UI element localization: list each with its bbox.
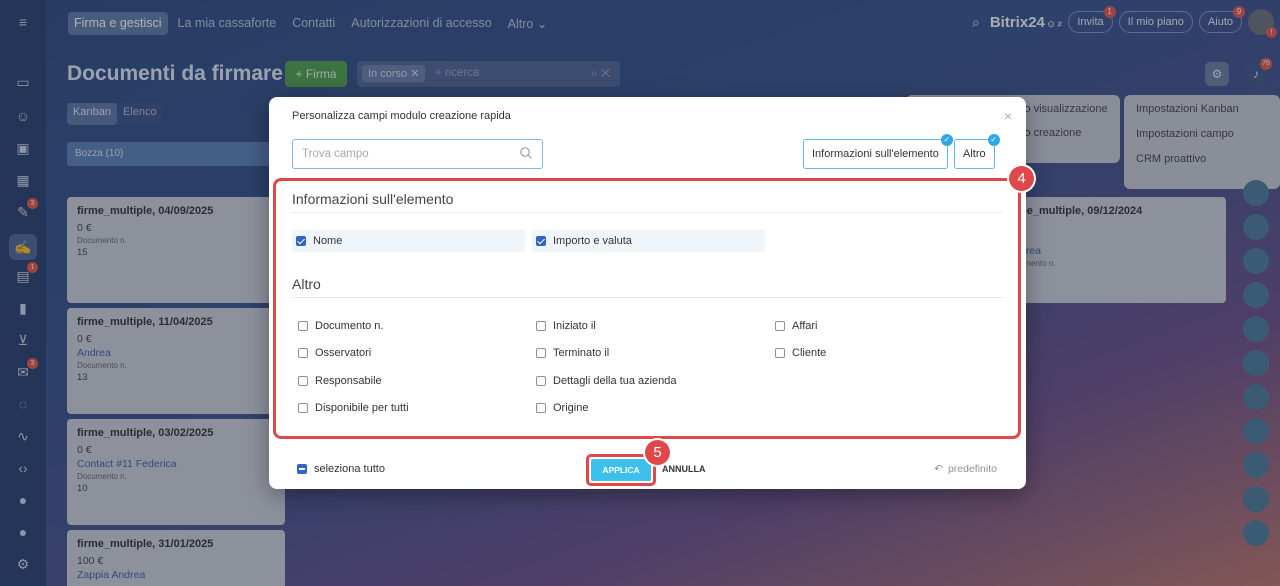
apply-highlight: APPLICA <box>586 454 656 486</box>
field-origine[interactable]: Origine <box>532 397 588 419</box>
checkbox[interactable] <box>536 403 546 413</box>
checkbox[interactable] <box>298 376 308 386</box>
close-icon[interactable]: × <box>1004 108 1012 124</box>
checkbox[interactable] <box>296 236 306 246</box>
checkbox[interactable] <box>536 236 546 246</box>
search-icon[interactable] <box>519 146 533 160</box>
field-dettagli[interactable]: Dettagli della tua azienda <box>532 370 677 392</box>
section-title-altro: Altro <box>292 276 321 292</box>
field-nome[interactable]: Nome <box>292 230 525 252</box>
apply-button[interactable]: APPLICA <box>591 459 651 481</box>
checkbox[interactable] <box>536 348 546 358</box>
checkbox[interactable] <box>298 403 308 413</box>
select-all[interactable]: seleziona tutto <box>297 463 385 475</box>
field-disponibile[interactable]: Disponibile per tutti <box>294 397 409 419</box>
divider <box>292 297 1003 298</box>
checkbox[interactable] <box>536 376 546 386</box>
field-importo[interactable]: Importo e valuta <box>532 230 765 252</box>
step-4-badge: 4 <box>1009 166 1034 191</box>
checkbox[interactable] <box>297 464 307 474</box>
checkbox[interactable] <box>775 348 785 358</box>
section-button-info[interactable]: Informazioni sull'elemento ✓ <box>803 134 953 169</box>
search-field[interactable] <box>292 139 543 169</box>
field-osservatori[interactable]: Osservatori <box>294 342 371 364</box>
field-cliente[interactable]: Cliente <box>771 342 826 364</box>
undo-icon: ↶ <box>934 463 943 475</box>
field-responsabile[interactable]: Responsabile <box>294 370 382 392</box>
check-icon: ✓ <box>987 134 1000 146</box>
cancel-button[interactable]: ANNULLA <box>662 464 706 474</box>
section-button-altro[interactable]: Altro ✓ <box>954 134 1000 169</box>
step-5-badge: 5 <box>645 440 670 465</box>
checkbox[interactable] <box>298 348 308 358</box>
field-documento[interactable]: Documento n. <box>294 315 383 337</box>
field-affari[interactable]: Affari <box>771 315 817 337</box>
field-iniziato[interactable]: Iniziato il <box>532 315 596 337</box>
field-settings-modal: Personalizza campi modulo creazione rapi… <box>269 97 1034 489</box>
checkbox[interactable] <box>298 321 308 331</box>
search-input[interactable] <box>293 140 503 168</box>
section-title-info: Informazioni sull'elemento <box>292 191 454 207</box>
field-terminato[interactable]: Terminato il <box>532 342 609 364</box>
default-button[interactable]: ↶ predefinito <box>934 463 997 475</box>
check-icon: ✓ <box>940 134 953 146</box>
checkbox[interactable] <box>536 321 546 331</box>
modal-title: Personalizza campi modulo creazione rapi… <box>292 110 511 122</box>
divider <box>292 212 1003 213</box>
checkbox[interactable] <box>775 321 785 331</box>
